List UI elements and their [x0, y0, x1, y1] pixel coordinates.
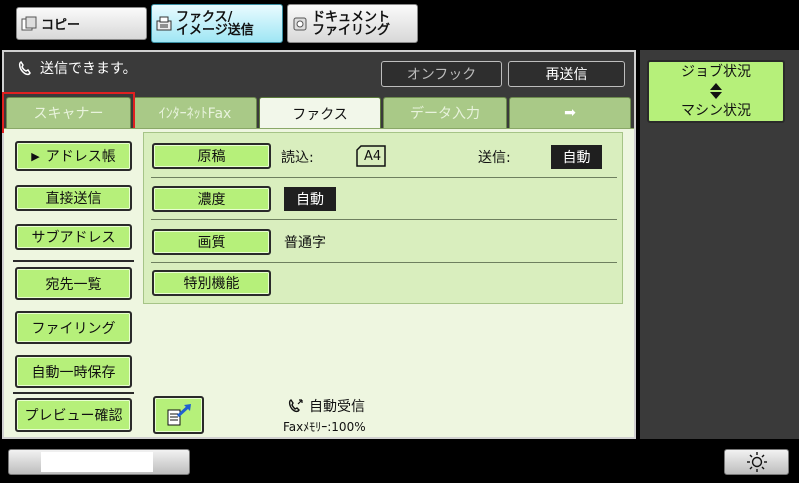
- filing-button[interactable]: ファイリング: [15, 311, 132, 344]
- phone-receive-icon: [288, 399, 303, 413]
- divider: [151, 262, 617, 263]
- tab-next-arrow[interactable]: ➡: [509, 97, 631, 128]
- mode-tab-label: ドキュメント ファイリング: [312, 9, 391, 38]
- job-machine-status-button[interactable]: ジョブ状況 マシン状況: [647, 60, 785, 123]
- density-value: 自動: [284, 187, 336, 211]
- density-button[interactable]: 濃度: [152, 186, 271, 212]
- phone-icon: [18, 61, 31, 76]
- tab-data-entry[interactable]: データ入力: [383, 97, 507, 128]
- divider: [13, 260, 134, 262]
- resend-button[interactable]: 再送信: [508, 61, 625, 87]
- brightness-button[interactable]: [724, 449, 789, 475]
- document-icon: [293, 17, 307, 30]
- destination-list-button[interactable]: 宛先一覧: [15, 267, 132, 300]
- divider: [13, 392, 134, 394]
- auto-temp-save-button[interactable]: 自動一時保存: [15, 355, 132, 388]
- send-size-label: 送信:: [478, 150, 511, 166]
- triangle-right-icon: ▶: [31, 149, 40, 163]
- mode-tab-fax-image-send[interactable]: ファクス/ イメージ送信: [151, 4, 283, 43]
- mode-tab-label: ファクス/ イメージ送信: [176, 9, 254, 38]
- sub-address-button[interactable]: サブアドレス: [15, 224, 132, 250]
- fax-memory-status: Faxﾒﾓﾘｰ:100%: [283, 419, 366, 434]
- copy-icon: [21, 16, 37, 30]
- mode-tab-label: コピー: [41, 18, 81, 33]
- send-size-value: 自動: [551, 145, 602, 169]
- machine-status-label: マシン状況: [681, 103, 751, 119]
- auto-receive-status: 自動受信: [287, 396, 365, 416]
- document-send-icon: [167, 404, 191, 426]
- read-size-label: 読込:: [281, 150, 314, 166]
- auto-receive-text: 自動受信: [309, 399, 365, 415]
- job-status-label: ジョブ状況: [681, 64, 751, 80]
- tab-internet-fax[interactable]: ｲﾝﾀｰﾈｯﾄFax: [133, 97, 257, 128]
- bottom-left-slot-field: [41, 452, 153, 472]
- preview-button[interactable]: プレビュー確認: [15, 398, 132, 432]
- special-functions-button[interactable]: 特別機能: [152, 270, 271, 296]
- mode-tab-copy[interactable]: コピー: [16, 7, 147, 40]
- up-down-arrow-icon: [710, 83, 722, 99]
- onhook-button[interactable]: オンフック: [381, 61, 502, 87]
- divider: [151, 177, 617, 178]
- brightness-icon: [746, 452, 767, 472]
- tab-fax[interactable]: ファクス: [259, 97, 381, 129]
- fax-icon: [156, 16, 172, 30]
- read-size-value: A4: [364, 148, 382, 164]
- divider: [151, 219, 617, 220]
- paper-size-indicator: A4: [355, 144, 387, 168]
- quality-button[interactable]: 画質: [152, 229, 271, 255]
- address-book-button[interactable]: ▶ アドレス帳: [15, 141, 132, 171]
- send-image-button[interactable]: [153, 396, 204, 434]
- status-message: 送信できます。: [16, 58, 137, 78]
- mode-tab-document-filing[interactable]: ドキュメント ファイリング: [287, 4, 418, 43]
- direct-send-button[interactable]: 直接送信: [15, 185, 132, 211]
- status-text: 送信できます。: [40, 61, 137, 77]
- original-button[interactable]: 原稿: [152, 143, 271, 169]
- quality-value: 普通字: [284, 235, 326, 251]
- address-book-label: アドレス帳: [45, 149, 116, 165]
- arrow-right-icon: ➡: [564, 105, 576, 121]
- scanner-tab-highlight: [2, 92, 135, 133]
